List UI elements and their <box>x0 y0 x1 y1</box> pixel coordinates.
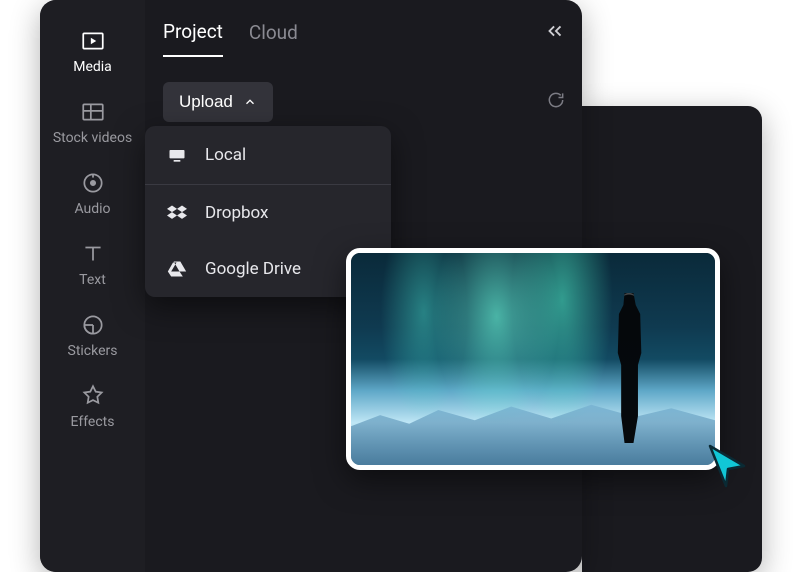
audio-icon <box>80 170 106 196</box>
sidebar-item-audio[interactable]: Audio <box>50 160 136 225</box>
google-drive-icon <box>167 259 187 279</box>
stickers-icon <box>80 312 106 338</box>
upload-option-label: Local <box>205 145 246 165</box>
sidebar-item-label: Stock videos <box>53 130 132 146</box>
sidebar-item-label: Text <box>79 272 106 288</box>
upload-option-local[interactable]: Local <box>145 126 391 185</box>
sidebar: Media Stock videos Audio Text Stickers E… <box>40 0 145 572</box>
tab-cloud[interactable]: Cloud <box>249 21 298 56</box>
refresh-button[interactable] <box>546 90 566 114</box>
upload-option-dropbox[interactable]: Dropbox <box>145 185 391 241</box>
text-icon <box>80 241 106 267</box>
local-icon <box>167 144 187 166</box>
sidebar-item-label: Effects <box>71 414 115 430</box>
toolbar: Upload <box>163 82 566 122</box>
aurora-image <box>351 253 715 465</box>
media-icon <box>80 28 106 54</box>
sidebar-item-stock-videos[interactable]: Stock videos <box>50 89 136 154</box>
sidebar-item-label: Media <box>73 59 112 75</box>
media-thumbnail[interactable] <box>346 248 720 470</box>
chevrons-left-icon <box>544 20 566 42</box>
sidebar-item-text[interactable]: Text <box>50 231 136 296</box>
upload-button-label: Upload <box>179 92 233 112</box>
sidebar-item-label: Stickers <box>68 343 118 359</box>
upload-button[interactable]: Upload <box>163 82 273 122</box>
stock-videos-icon <box>80 99 106 125</box>
sidebar-item-media[interactable]: Media <box>50 18 136 83</box>
chevron-up-icon <box>243 95 257 109</box>
upload-option-label: Dropbox <box>205 203 269 223</box>
dropbox-icon <box>167 203 187 223</box>
tabs: Project Cloud <box>163 14 566 62</box>
sidebar-item-effects[interactable]: Effects <box>50 373 136 438</box>
refresh-icon <box>546 90 566 110</box>
effects-icon <box>80 383 106 409</box>
cursor-icon <box>704 442 752 490</box>
tab-project[interactable]: Project <box>163 20 223 57</box>
collapse-panel-button[interactable] <box>544 20 566 46</box>
sidebar-item-label: Audio <box>74 201 110 217</box>
upload-option-label: Google Drive <box>205 259 301 279</box>
sidebar-item-stickers[interactable]: Stickers <box>50 302 136 367</box>
